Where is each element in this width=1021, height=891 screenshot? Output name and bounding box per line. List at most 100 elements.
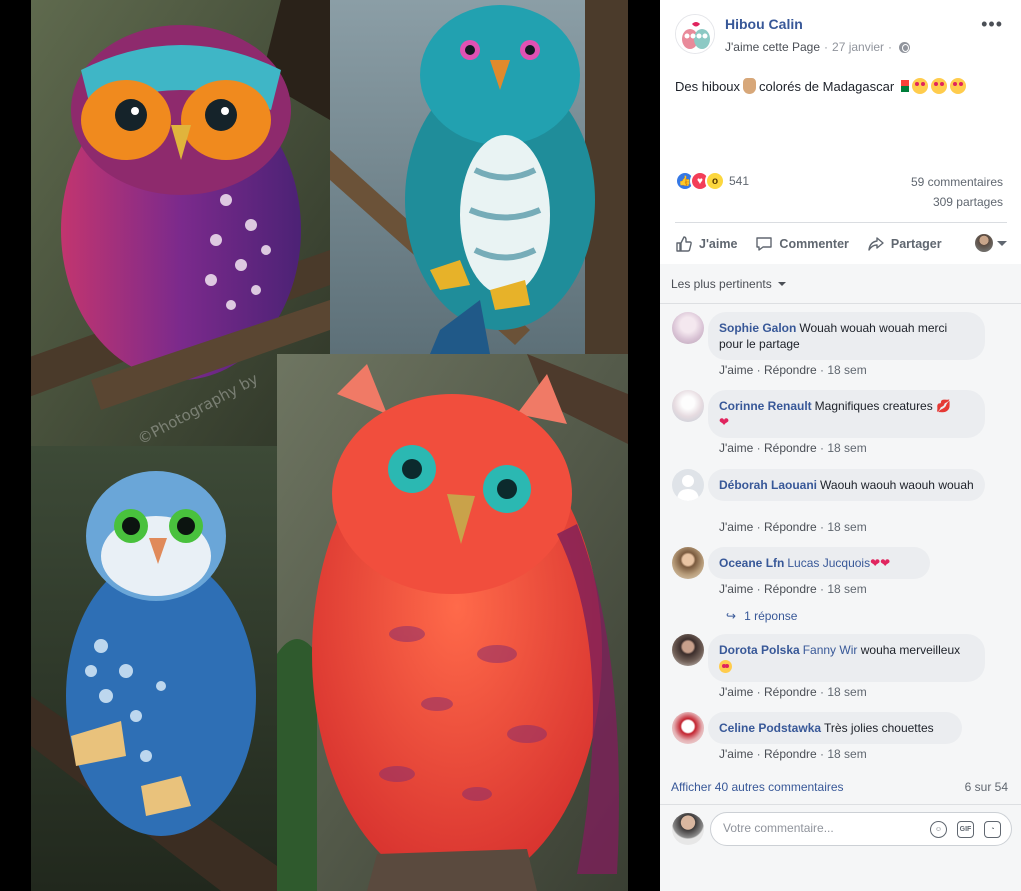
actions-divider bbox=[675, 222, 1007, 223]
reply-arrow-icon: ↪ bbox=[726, 609, 737, 623]
share-button[interactable]: Partager bbox=[867, 235, 942, 253]
comment-time[interactable]: 18 sem bbox=[827, 363, 866, 377]
comment-text: Magnifiques creatures bbox=[814, 399, 933, 413]
comment-time[interactable]: 18 sem bbox=[827, 441, 866, 455]
blue-owl-image bbox=[31, 446, 277, 891]
comment-bubble: Corinne Renault Magnifiques creatures 💋 ❤ bbox=[708, 390, 985, 438]
comment-author[interactable]: Oceane Lfn bbox=[719, 556, 784, 570]
kiss-emoji-icon: 💋 bbox=[936, 399, 952, 413]
comment-actions: J'aime · Répondre · 18 sem bbox=[719, 520, 867, 534]
comment-author[interactable]: Sophie Galon bbox=[719, 321, 796, 335]
comment-author[interactable]: Corinne Renault bbox=[719, 399, 812, 413]
person-silhouette-icon bbox=[677, 475, 699, 501]
comment-reply-link[interactable]: Répondre bbox=[764, 685, 817, 699]
gif-icon[interactable]: GIF bbox=[957, 821, 974, 838]
love-face-emoji-icon bbox=[950, 78, 967, 94]
red-owl-image bbox=[277, 354, 628, 891]
reaction-count: 541 bbox=[729, 174, 750, 188]
comment-input-box[interactable]: ☺ GIF ◔ bbox=[710, 812, 1012, 846]
meta-separator: · bbox=[824, 40, 829, 54]
comment-like-link[interactable]: J'aime bbox=[719, 685, 753, 699]
madagascar-flag-icon bbox=[897, 80, 910, 92]
comment-reply-link[interactable]: Répondre bbox=[764, 363, 817, 377]
post-text-part2: colorés de Madagascar bbox=[759, 78, 895, 94]
comment-time[interactable]: 18 sem bbox=[827, 747, 866, 761]
comment-author[interactable]: Déborah Laouani bbox=[719, 478, 817, 492]
sort-label: Les plus pertinents bbox=[671, 277, 772, 291]
view-replies-link[interactable]: ↪ 1 réponse bbox=[726, 609, 797, 623]
comment-actions: J'aime · Répondre · 18 sem bbox=[719, 441, 867, 455]
post-text: Des hiboux colorés de Madagascar bbox=[675, 78, 967, 94]
comment-text: wouha merveilleux bbox=[860, 643, 961, 657]
page-avatar[interactable] bbox=[675, 14, 715, 54]
commenter-avatar[interactable] bbox=[672, 547, 704, 579]
sort-divider bbox=[660, 303, 1021, 304]
comment-icon bbox=[756, 237, 773, 251]
composer-tools: ☺ GIF ◔ bbox=[930, 821, 1001, 838]
owl-collage-photo[interactable]: ©Photography by bbox=[31, 0, 628, 891]
sticker-icon[interactable]: ◔ bbox=[984, 821, 1001, 838]
commenter-avatar[interactable] bbox=[672, 712, 704, 744]
comment-like-link[interactable]: J'aime bbox=[719, 520, 753, 534]
default-avatar-icon[interactable] bbox=[672, 469, 704, 501]
more-options-button[interactable]: ••• bbox=[981, 14, 1003, 35]
comment-time[interactable]: 18 sem bbox=[827, 520, 866, 534]
photo-viewer: ©Photography by bbox=[0, 0, 660, 891]
current-user-avatar bbox=[672, 813, 704, 845]
post-meta: J'aime cette Page · 27 janvier · bbox=[725, 40, 911, 54]
like-button[interactable]: J'aime bbox=[675, 235, 737, 253]
thumbs-up-icon bbox=[676, 236, 692, 252]
comment-bubble: Dorota Polska Fanny Wir wouha merveilleux bbox=[708, 634, 985, 682]
comment-author[interactable]: Celine Podstawka bbox=[719, 721, 821, 735]
comment-label: Commenter bbox=[779, 237, 849, 251]
comments-pager: 6 sur 54 bbox=[964, 780, 1008, 794]
comment-input[interactable] bbox=[723, 821, 903, 835]
compose-divider bbox=[660, 804, 1021, 805]
comment-bubble: Oceane Lfn Lucas Jucquois❤❤ bbox=[708, 547, 930, 579]
comment-button[interactable]: Commenter bbox=[755, 235, 849, 253]
post-as-selector[interactable] bbox=[975, 234, 1007, 252]
chevron-down-icon bbox=[777, 282, 786, 286]
comment-like-link[interactable]: J'aime bbox=[719, 363, 753, 377]
commenter-avatar[interactable] bbox=[672, 390, 704, 422]
bag-emoji-icon bbox=[743, 78, 757, 94]
comment-time[interactable]: 18 sem bbox=[827, 582, 866, 596]
comment-bubble: Celine Podstawka Très jolies chouettes bbox=[708, 712, 962, 744]
comment-like-link[interactable]: J'aime bbox=[719, 441, 753, 455]
share-icon bbox=[868, 237, 884, 251]
comment-reply-link[interactable]: Répondre bbox=[764, 441, 817, 455]
comment-reply-link[interactable]: Répondre bbox=[764, 520, 817, 534]
comment-sort-dropdown[interactable]: Les plus pertinents bbox=[671, 277, 786, 291]
page-name-link[interactable]: Hibou Calin bbox=[725, 16, 803, 32]
post-date[interactable]: 27 janvier bbox=[832, 40, 884, 54]
comment-time[interactable]: 18 sem bbox=[827, 685, 866, 699]
emoji-icon[interactable]: ☺ bbox=[930, 821, 947, 838]
reactions-summary[interactable]: 👍 ♥ o 541 bbox=[675, 171, 749, 191]
comment-actions: J'aime · Répondre · 18 sem bbox=[719, 363, 867, 377]
like-page-link[interactable]: J'aime cette Page bbox=[725, 40, 820, 54]
owls-logo-icon bbox=[676, 15, 714, 53]
comments-count-link[interactable]: 59 commentaires bbox=[911, 175, 1003, 189]
tagged-user-link[interactable]: Fanny Wir bbox=[803, 643, 858, 657]
commenter-avatar[interactable] bbox=[672, 634, 704, 666]
comments-footer: Afficher 40 autres commentaires 6 sur 54 bbox=[671, 780, 1008, 794]
comment-actions: J'aime · Répondre · 18 sem bbox=[719, 685, 867, 699]
chevron-down-icon bbox=[997, 240, 1007, 246]
show-more-comments-link[interactable]: Afficher 40 autres commentaires bbox=[671, 780, 844, 794]
share-label: Partager bbox=[890, 237, 942, 251]
comment-reply-link[interactable]: Répondre bbox=[764, 747, 817, 761]
comment-reply-link[interactable]: Répondre bbox=[764, 582, 817, 596]
comments-panel: Les plus pertinents Sophie Galon Wouah wo… bbox=[660, 264, 1021, 891]
comment-like-link[interactable]: J'aime bbox=[719, 747, 753, 761]
comment-author[interactable]: Dorota Polska bbox=[719, 643, 800, 657]
teal-owl-image bbox=[330, 0, 628, 354]
love-face-emoji-icon bbox=[912, 78, 929, 94]
shares-count-link[interactable]: 309 partages bbox=[933, 195, 1003, 209]
like-label: J'aime bbox=[699, 237, 738, 251]
tagged-user-link[interactable]: Lucas Jucquois bbox=[787, 556, 870, 570]
replies-count: 1 réponse bbox=[744, 609, 798, 623]
commenter-avatar[interactable] bbox=[672, 312, 704, 344]
comment-text: Très jolies chouettes bbox=[824, 721, 934, 735]
comment-like-link[interactable]: J'aime bbox=[719, 582, 753, 596]
comment-bubble: Sophie Galon Wouah wouah wouah merci pour… bbox=[708, 312, 985, 360]
